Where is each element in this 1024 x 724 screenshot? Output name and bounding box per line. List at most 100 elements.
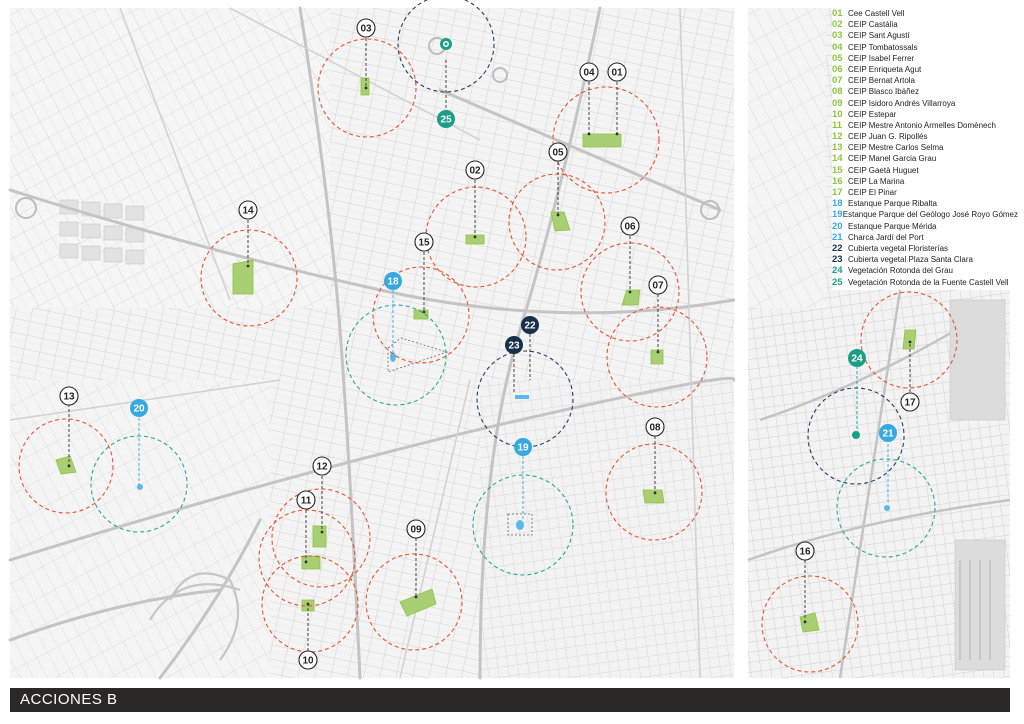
legend-label: Vegetación Rotonda de la Fuente Castell …	[848, 277, 1009, 287]
legend-number: 03	[832, 30, 843, 42]
marker-label: 14	[242, 206, 254, 217]
marker-label: 13	[63, 392, 75, 403]
legend-label: Cee Castell Vell	[848, 9, 905, 18]
legend-row: 04 CEIP Tombatossals	[832, 42, 1018, 53]
legend-number: 05	[832, 52, 843, 64]
legend-number: 04	[832, 41, 843, 53]
legend-number: 19	[832, 209, 843, 221]
legend-row: 11 CEIP Mestre Antonio Armelles Domènech	[832, 120, 1018, 131]
legend-row: 06 CEIP Enriqueta Agut	[832, 64, 1018, 75]
legend-number: 11	[832, 119, 843, 131]
marker-label: 23	[508, 341, 520, 352]
legend-label: Cubierta vegetal Floristerías	[848, 243, 949, 253]
marker-04: 04	[579, 62, 599, 82]
legend-row: 08 CEIP Blasco Ibáñez	[832, 86, 1018, 97]
marker-20: 20	[130, 399, 148, 417]
legend-label: CEIP Manel Garcia Grau	[848, 154, 937, 164]
marker-label: 19	[517, 443, 529, 454]
legend-label: CEIP Blasco Ibáñez	[848, 87, 920, 97]
legend-label: CEIP El Pinar	[848, 188, 897, 197]
footer-title: ACCIONES B	[20, 691, 118, 708]
legend-label: CEIP Gaetà Huguet	[848, 165, 919, 175]
legend-number: 02	[832, 19, 843, 31]
legend-row: 20 Estanque Parque Mérida	[832, 221, 1018, 232]
marker-05: 05	[548, 142, 568, 162]
marker-21: 21	[879, 424, 897, 442]
legend-number: 17	[832, 187, 843, 198]
legend-number: 18	[832, 198, 843, 210]
legend-number: 09	[832, 97, 843, 109]
marker-06: 06	[620, 216, 640, 236]
legend-row: 16 CEIP La Marina	[832, 176, 1018, 187]
legend-label: Vegetación Rotonda del Grau	[848, 266, 953, 276]
marker-23: 23	[505, 336, 523, 354]
marker-17: 17	[900, 392, 920, 412]
marker-01: 01	[607, 62, 627, 82]
legend-label: Estanque Parque Ribalta	[848, 199, 937, 209]
marker-09: 09	[406, 519, 426, 539]
legend-row: 03 CEIP Sant Agustí	[832, 30, 1018, 41]
legend-row: 19 Estanque Parque del Geólogo José Royo …	[832, 209, 1018, 220]
legend-row: 14 CEIP Manel Garcia Grau	[832, 153, 1018, 164]
legend-number: 12	[832, 131, 843, 143]
legend-label: CEIP Isidoro Andrés Villarroya	[848, 98, 956, 108]
marker-label: 24	[851, 354, 863, 365]
marker-22: 22	[521, 316, 539, 334]
marker-label: 10	[302, 656, 314, 667]
legend-list: 01 Cee Castell Vell 02 CEIP Castàlia 03 CEIP …	[832, 8, 1018, 288]
marker-label: 11	[301, 496, 312, 507]
marker-label: 03	[360, 24, 372, 35]
legend-label: CEIP Mestre Antonio Armelles Domènech	[848, 120, 996, 130]
marker-10: 10	[298, 650, 318, 670]
legend-row: 02 CEIP Castàlia	[832, 19, 1018, 30]
legend-row: 22 Cubierta vegetal Floristerías	[832, 243, 1018, 254]
legend-number: 15	[832, 164, 843, 176]
legend-number: 16	[832, 175, 843, 187]
marker-12: 12	[312, 456, 332, 476]
marker-label: 02	[469, 166, 481, 177]
marker-11: 11	[296, 490, 316, 510]
legend-number: 22	[832, 242, 843, 254]
marker-label: 17	[904, 398, 916, 409]
legend-row: 21 Charca Jardí del Port	[832, 232, 1018, 243]
marker-14: 14	[238, 200, 258, 220]
legend-label: CEIP Tombatossals	[848, 42, 918, 52]
marker-13: 13	[59, 386, 79, 406]
marker-19: 19	[514, 438, 532, 456]
marker-label: 25	[440, 115, 452, 126]
marker-03: 03	[356, 18, 376, 38]
legend-row: 10 CEIP Estepar	[832, 109, 1018, 120]
legend-label: Cubierta vegetal Plaza Santa Clara	[848, 255, 973, 265]
rotunda-symbol	[440, 38, 452, 50]
marker-15: 15	[414, 232, 434, 252]
marker-16: 16	[795, 541, 815, 561]
legend-number: 13	[832, 142, 843, 154]
legend-number: 10	[832, 108, 843, 120]
marker-02: 02	[465, 160, 485, 180]
legend-row: 23 Cubierta vegetal Plaza Santa Clara	[832, 254, 1018, 265]
marker-label: 21	[882, 429, 894, 440]
legend-number: 14	[832, 153, 843, 165]
marker-18: 18	[384, 272, 402, 290]
legend-label: CEIP Castàlia	[848, 20, 898, 30]
marker-label: 09	[410, 525, 422, 536]
legend-number: 07	[832, 75, 843, 87]
legend-label: CEIP Enriqueta Agut	[848, 64, 922, 74]
marker-label: 08	[649, 423, 661, 434]
legend-label: CEIP La Marina	[848, 176, 905, 186]
legend-number: 20	[832, 220, 843, 232]
marker-label: 05	[552, 148, 564, 159]
marker-label: 12	[316, 462, 328, 473]
marker-label: 15	[418, 238, 430, 249]
legend-row: 17 CEIP El Pinar	[832, 187, 1018, 198]
legend-row: 18 Estanque Parque Ribalta	[832, 198, 1018, 209]
legend-number: 21	[832, 231, 843, 243]
legend-label: CEIP Mestre Carlos Selma	[848, 143, 944, 153]
legend-row: 07 CEIP Bernat Artola	[832, 75, 1018, 86]
legend-label: CEIP Sant Agustí	[848, 31, 910, 41]
legend-row: 15 CEIP Gaetà Huguet	[832, 165, 1018, 176]
marker-label: 04	[583, 68, 595, 79]
marker-25: 25	[437, 110, 455, 128]
marker-label: 20	[133, 404, 145, 415]
legend-row: 01 Cee Castell Vell	[832, 8, 1018, 19]
